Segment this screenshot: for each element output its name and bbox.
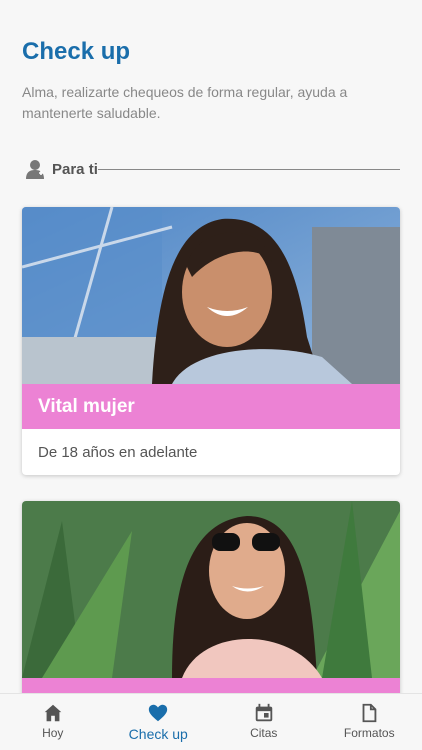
heart-icon (149, 704, 168, 722)
tab-label: Citas (250, 726, 278, 740)
user-doctor-icon (26, 160, 44, 179)
woman-sunglasses-photo (22, 501, 400, 678)
tab-citas[interactable]: Citas (211, 694, 317, 750)
checkup-card-vital-mujer[interactable]: Vital mujer De 18 años en adelante (22, 207, 400, 475)
woman-smiling-photo (22, 207, 400, 384)
checkup-card-2[interactable] (22, 501, 400, 701)
tab-check-up[interactable]: Check up (106, 694, 212, 750)
bottom-tab-bar: Hoy Check up Citas Formatos (0, 693, 422, 750)
tab-label: Check up (128, 726, 188, 742)
section-header: Para ti (26, 158, 400, 180)
card-title: Vital mujer (22, 384, 400, 429)
page-header: Check up Alma, realizarte chequeos de fo… (22, 38, 400, 124)
tab-formatos[interactable]: Formatos (317, 694, 422, 750)
section-divider (97, 168, 400, 170)
card-description: De 18 años en adelante (38, 443, 198, 461)
home-icon (44, 704, 61, 722)
section-label: Para ti (52, 160, 98, 178)
tab-label: Formatos (343, 726, 395, 740)
page-subtitle: Alma, realizarte chequeos de forma regul… (22, 84, 348, 121)
tab-label: Hoy (42, 726, 64, 740)
page-title: Check up (22, 38, 131, 65)
document-icon (362, 703, 377, 723)
tab-hoy[interactable]: Hoy (0, 694, 106, 750)
calendar-icon (255, 703, 272, 722)
